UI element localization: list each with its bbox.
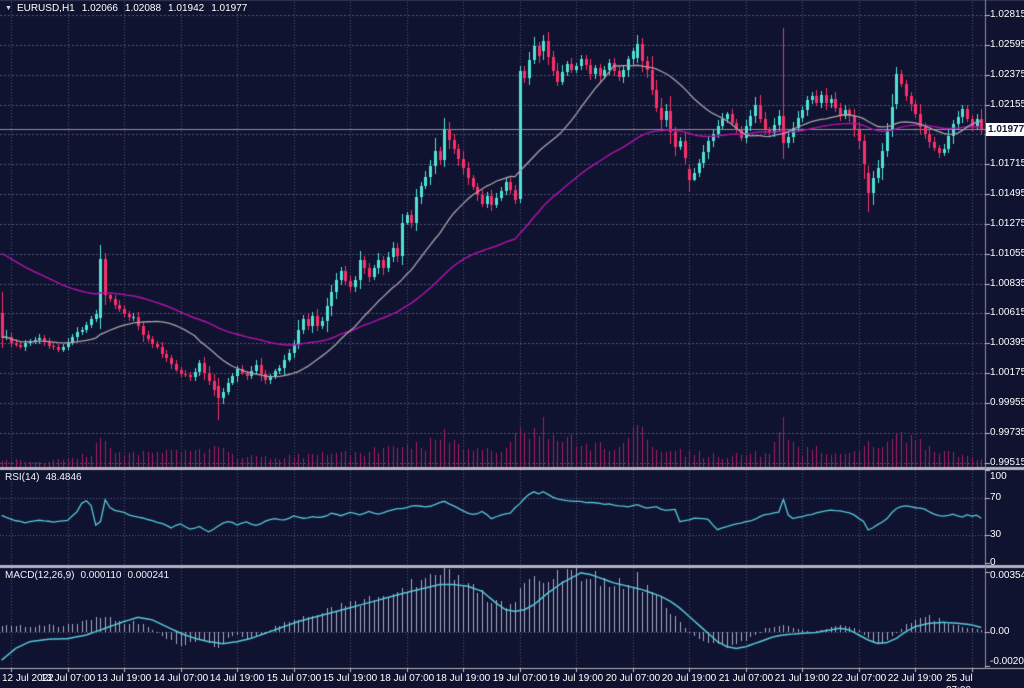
rsi-label: RSI(14) [5,472,39,483]
macd-tick-label: 0.003548 [990,570,1024,582]
price-tick-label: 1.00835 [990,278,1024,290]
price-tick-label: 1.01495 [990,188,1024,200]
time-tick-label: 18 Jul 07:00 [380,673,435,685]
chart-canvas[interactable] [0,0,1024,688]
time-tick-label: 22 Jul 07:00 [832,673,887,685]
rsi-tick-label: 100 [990,471,1007,483]
price-tick-label: 1.02155 [990,99,1024,111]
price-tick-label: 1.00395 [990,337,1024,349]
time-tick-label: 15 Jul 19:00 [323,673,378,685]
symbol-dropdown-icon[interactable]: ▼ [5,3,12,15]
price-tick-label: 1.00175 [990,367,1024,379]
price-tick-label: 0.99955 [990,397,1024,409]
rsi-value: 48.4846 [45,472,81,483]
symbol-title: EURUSD,H1 [17,3,75,14]
time-tick-label: 22 Jul 19:00 [888,673,943,685]
macd-tick-label: 0.00 [990,626,1009,638]
price-tick-label: 1.01055 [990,248,1024,260]
price-tick-label: 1.02595 [990,39,1024,51]
time-tick-label: 19 Jul 07:00 [493,673,548,685]
macd-tick-label: -0.002059 [990,656,1024,668]
rsi-tick-label: 30 [990,529,1001,541]
rsi-tick-label: 70 [990,492,1001,504]
price-tick-label: 0.99515 [990,457,1024,469]
price-tick-label: 1.01275 [990,218,1024,230]
time-tick-label: 14 Jul 07:00 [154,673,209,685]
time-tick-label: 20 Jul 07:00 [606,673,661,685]
macd-label: MACD(12,26,9) [5,570,74,581]
chart-window: ▼ EURUSD,H1 1.02066 1.02088 1.01942 1.01977 R… [0,0,1024,688]
macd-indicator-label: MACD(12,26,9) 0.000110 0.000241 [5,570,169,582]
macd-value-signal: 0.000241 [127,570,169,581]
current-price-tag: 1.01977 [986,123,1024,136]
ohlc-close: 1.01977 [211,3,247,14]
time-tick-label: 13 Jul 07:00 [41,673,96,685]
time-tick-label: 19 Jul 19:00 [549,673,604,685]
time-tick-label: 15 Jul 07:00 [267,673,322,685]
symbol-readout: ▼ EURUSD,H1 1.02066 1.02088 1.01942 1.01977 [5,3,247,15]
time-tick-label: 25 Jul 07:00 [946,673,998,688]
time-tick-label: 14 Jul 19:00 [210,673,265,685]
price-tick-label: 1.01715 [990,158,1024,170]
ohlc-low: 1.01942 [168,3,204,14]
price-tick-label: 1.02815 [990,9,1024,21]
price-tick-label: 1.02375 [990,69,1024,81]
price-tick-label: 1.00615 [990,307,1024,319]
time-tick-label: 20 Jul 19:00 [662,673,717,685]
ohlc-open: 1.02066 [82,3,118,14]
time-tick-label: 21 Jul 07:00 [719,673,774,685]
macd-value-main: 0.000110 [80,570,121,581]
time-tick-label: 18 Jul 19:00 [436,673,491,685]
ohlc-high: 1.02088 [125,3,161,14]
time-tick-label: 21 Jul 19:00 [775,673,830,685]
rsi-tick-label: 0 [990,557,996,569]
rsi-indicator-label: RSI(14) 48.4846 [5,472,82,484]
time-tick-label: 13 Jul 19:00 [97,673,152,685]
price-tick-label: 0.99735 [990,427,1024,439]
